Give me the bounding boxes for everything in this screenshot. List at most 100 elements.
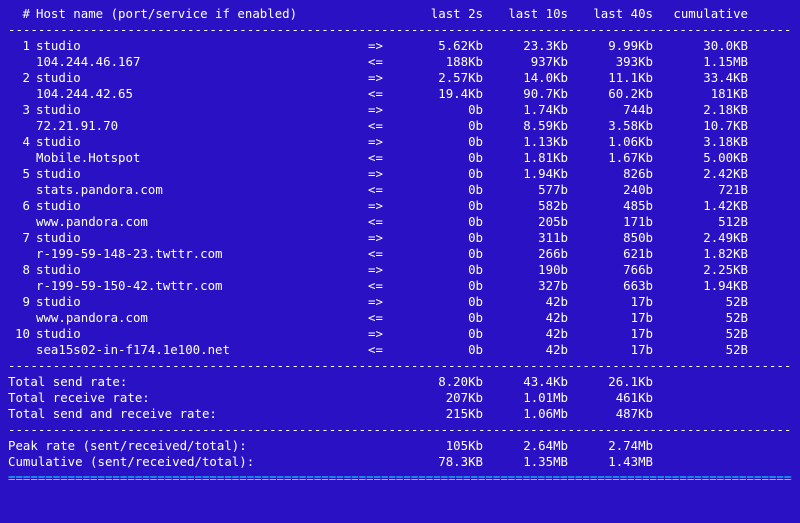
total-send-cum [653, 374, 748, 390]
row-cumulative: 52B [653, 294, 748, 310]
row-last10s: 1.13Kb [483, 134, 568, 150]
row-host: studio [36, 70, 368, 86]
row-cumulative: 2.42KB [653, 166, 748, 182]
connection-row: 104.244.46.167<=188Kb937Kb393Kb1.15MB [8, 54, 792, 70]
column-header-row: # Host name (port/service if enabled) la… [8, 6, 792, 22]
row-last10s: 266b [483, 246, 568, 262]
total-both-2s: 215Kb [398, 406, 483, 422]
row-host: r-199-59-148-23.twttr.com [36, 246, 368, 262]
row-cumulative: 721B [653, 182, 748, 198]
row-last40s: 171b [568, 214, 653, 230]
total-both-rate-row: Total send and receive rate: 215Kb 1.06M… [8, 406, 792, 422]
connection-row: 8studio=>0b190b766b2.25KB [8, 262, 792, 278]
total-both-10s: 1.06Mb [483, 406, 568, 422]
row-cumulative: 5.00KB [653, 150, 748, 166]
cumulative-label: Cumulative (sent/received/total): [8, 454, 398, 470]
row-host: studio [36, 294, 368, 310]
header-last2s: last 2s [398, 6, 483, 22]
connection-row: 7studio=>0b311b850b2.49KB [8, 230, 792, 246]
cumulative-row: Cumulative (sent/received/total): 78.3KB… [8, 454, 792, 470]
row-index: 9 [8, 294, 36, 310]
divider-dashes: ----------------------------------------… [8, 422, 792, 438]
connections-list: 1studio=>5.62Kb23.3Kb9.99Kb30.0KB104.244… [8, 38, 792, 358]
row-direction: <= [368, 310, 398, 326]
total-both-40s: 487Kb [568, 406, 653, 422]
row-index: 1 [8, 38, 36, 54]
row-last40s: 393Kb [568, 54, 653, 70]
row-last40s: 1.67Kb [568, 150, 653, 166]
cum-received: 1.35MB [483, 454, 568, 470]
row-last40s: 11.1Kb [568, 70, 653, 86]
row-last10s: 327b [483, 278, 568, 294]
row-last40s: 17b [568, 310, 653, 326]
row-direction: => [368, 134, 398, 150]
row-host: www.pandora.com [36, 310, 368, 326]
row-index [8, 182, 36, 198]
row-index [8, 310, 36, 326]
header-last40s: last 40s [568, 6, 653, 22]
connection-row: 72.21.91.70<=0b8.59Kb3.58Kb10.7KB [8, 118, 792, 134]
cum-sent: 78.3KB [398, 454, 483, 470]
connection-row: 1studio=>5.62Kb23.3Kb9.99Kb30.0KB [8, 38, 792, 54]
row-host: Mobile.Hotspot [36, 150, 368, 166]
row-cumulative: 2.18KB [653, 102, 748, 118]
total-send-40s: 26.1Kb [568, 374, 653, 390]
total-recv-label: Total receive rate: [8, 390, 398, 406]
row-last10s: 90.7Kb [483, 86, 568, 102]
connection-row: stats.pandora.com<=0b577b240b721B [8, 182, 792, 198]
row-direction: => [368, 38, 398, 54]
connection-row: 9studio=>0b42b17b52B [8, 294, 792, 310]
row-last2s: 0b [398, 246, 483, 262]
header-cumulative: cumulative [653, 6, 748, 22]
row-direction: => [368, 326, 398, 342]
connection-row: www.pandora.com<=0b205b171b512B [8, 214, 792, 230]
row-direction: <= [368, 118, 398, 134]
row-host: studio [36, 198, 368, 214]
cum-total: 1.43MB [568, 454, 653, 470]
row-last10s: 582b [483, 198, 568, 214]
row-cumulative: 512B [653, 214, 748, 230]
connection-row: 6studio=>0b582b485b1.42KB [8, 198, 792, 214]
row-index: 8 [8, 262, 36, 278]
row-index [8, 342, 36, 358]
header-last10s: last 10s [483, 6, 568, 22]
row-direction: <= [368, 182, 398, 198]
row-last10s: 42b [483, 326, 568, 342]
row-last40s: 850b [568, 230, 653, 246]
row-last2s: 0b [398, 102, 483, 118]
row-last2s: 188Kb [398, 54, 483, 70]
row-last40s: 17b [568, 342, 653, 358]
row-index: 10 [8, 326, 36, 342]
divider-dashes: ----------------------------------------… [8, 358, 792, 374]
row-direction: => [368, 230, 398, 246]
row-direction: => [368, 198, 398, 214]
row-host: 104.244.46.167 [36, 54, 368, 70]
row-last2s: 0b [398, 310, 483, 326]
row-index [8, 86, 36, 102]
row-cumulative: 52B [653, 326, 748, 342]
row-direction: => [368, 262, 398, 278]
row-last10s: 42b [483, 294, 568, 310]
total-both-cum [653, 406, 748, 422]
peak-sent: 105Kb [398, 438, 483, 454]
peak-rate-label: Peak rate (sent/received/total): [8, 438, 398, 454]
row-host: 72.21.91.70 [36, 118, 368, 134]
row-last2s: 0b [398, 262, 483, 278]
row-last40s: 17b [568, 326, 653, 342]
connection-row: 2studio=>2.57Kb14.0Kb11.1Kb33.4KB [8, 70, 792, 86]
row-last10s: 23.3Kb [483, 38, 568, 54]
row-last10s: 577b [483, 182, 568, 198]
row-last40s: 60.2Kb [568, 86, 653, 102]
row-direction: <= [368, 86, 398, 102]
row-last40s: 240b [568, 182, 653, 198]
header-hostname: Host name (port/service if enabled) [36, 6, 368, 22]
connection-row: 4studio=>0b1.13Kb1.06Kb3.18KB [8, 134, 792, 150]
row-cumulative: 1.42KB [653, 198, 748, 214]
row-last2s: 2.57Kb [398, 70, 483, 86]
row-last2s: 0b [398, 278, 483, 294]
row-last40s: 663b [568, 278, 653, 294]
row-cumulative: 30.0KB [653, 38, 748, 54]
row-direction: => [368, 294, 398, 310]
row-last2s: 0b [398, 342, 483, 358]
row-last40s: 766b [568, 262, 653, 278]
